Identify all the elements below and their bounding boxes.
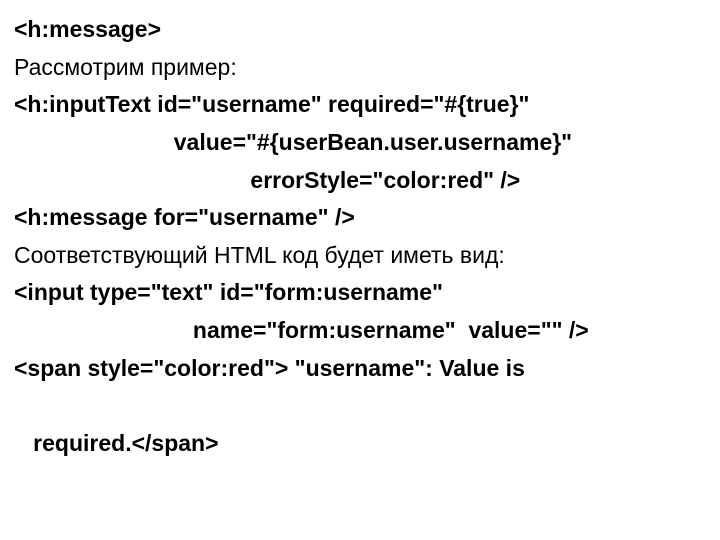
code-line: errorStyle="color:red" /> [14, 163, 706, 199]
text-line: Соответствующий HTML код будет иметь вид… [14, 238, 706, 274]
code-line: <h:message for="username" /> [14, 200, 706, 236]
code-line: required.</span> [14, 426, 706, 462]
code-line: <h:inputText id="username" required="#{t… [14, 87, 706, 123]
document-page: <h:message> Рассмотрим пример: <h:inputT… [0, 0, 720, 462]
code-line [14, 388, 706, 424]
code-line: <span style="color:red"> "username": Val… [14, 351, 706, 387]
code-line: <h:message> [14, 12, 706, 48]
code-line: <input type="text" id="form:username" [14, 275, 706, 311]
text-line: Рассмотрим пример: [14, 50, 706, 86]
code-line: name="form:username" value="" /> [14, 313, 706, 349]
code-line: value="#{userBean.user.username}" [14, 125, 706, 161]
